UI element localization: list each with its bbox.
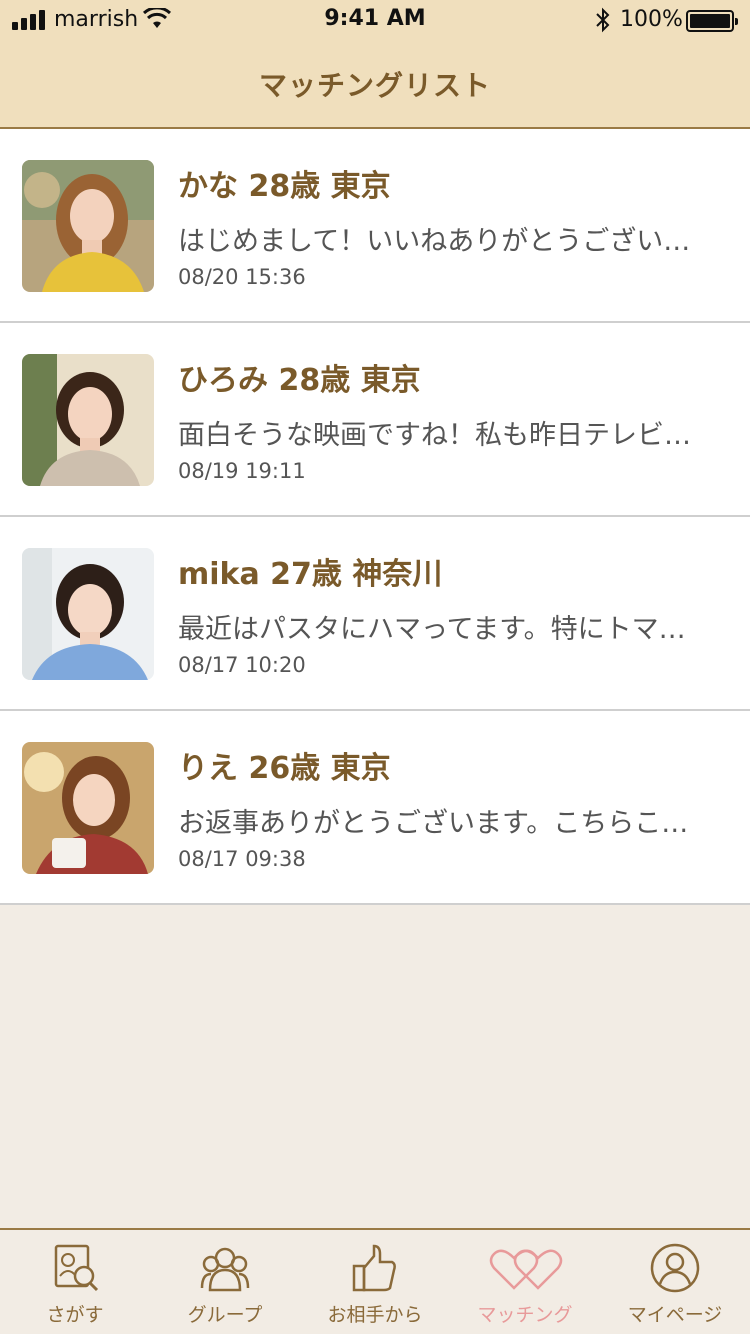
tab-search[interactable]: さがす xyxy=(0,1230,150,1334)
match-list: かな 28歳 東京 はじめまして！いいねありがとうござい… 08/20 15:3… xyxy=(0,129,750,905)
avatar xyxy=(22,548,154,680)
match-name: りえ 26歳 東京 xyxy=(178,751,391,786)
match-name: mika 27歳 神奈川 xyxy=(178,557,443,592)
tab-from-partner[interactable]: お相手から xyxy=(300,1230,450,1334)
match-last-message: 最近はパスタにハマってます。特にトマ… xyxy=(178,614,686,645)
avatar xyxy=(22,354,154,486)
match-timestamp: 08/19 19:11 xyxy=(178,459,306,483)
avatar xyxy=(22,742,154,874)
hearts-icon xyxy=(488,1242,564,1294)
tab-bar: さがす グループ お相手から マッチング マイページ xyxy=(0,1228,750,1334)
tab-mypage[interactable]: マイページ xyxy=(600,1230,750,1334)
group-icon xyxy=(200,1242,250,1294)
tab-label: マッチング xyxy=(477,1304,573,1326)
match-row-hiromi[interactable]: ひろみ 28歳 東京 面白そうな映画ですね！私も昨日テレビ… 08/19 19:… xyxy=(0,323,750,517)
thumbs-up-icon xyxy=(350,1242,400,1294)
bluetooth-icon xyxy=(594,7,612,39)
match-last-message: はじめまして！いいねありがとうござい… xyxy=(178,226,691,257)
tab-group[interactable]: グループ xyxy=(150,1230,300,1334)
tab-label: さがす xyxy=(46,1304,104,1326)
battery-percent: 100% xyxy=(620,7,683,32)
match-timestamp: 08/17 10:20 xyxy=(178,653,306,677)
match-row-mika[interactable]: mika 27歳 神奈川 最近はパスタにハマってます。特にトマ… 08/17 1… xyxy=(0,517,750,711)
match-timestamp: 08/17 09:38 xyxy=(178,847,306,871)
battery-icon xyxy=(686,10,738,32)
tab-label: マイページ xyxy=(627,1304,723,1326)
match-name: ひろみ 28歳 東京 xyxy=(178,363,421,398)
match-last-message: 面白そうな映画ですね！私も昨日テレビ… xyxy=(178,420,691,451)
page-title: マッチングリスト xyxy=(258,69,491,102)
match-row-kana[interactable]: かな 28歳 東京 はじめまして！いいねありがとうござい… 08/20 15:3… xyxy=(0,129,750,323)
avatar xyxy=(22,160,154,292)
match-timestamp: 08/20 15:36 xyxy=(178,265,306,289)
match-row-rie[interactable]: りえ 26歳 東京 お返事ありがとうございます。こちらこ… 08/17 09:3… xyxy=(0,711,750,905)
search-profile-icon xyxy=(50,1242,100,1294)
tab-label: グループ xyxy=(187,1304,263,1326)
app-header: marrish 9:41 AM 100% マッチングリスト xyxy=(0,0,750,129)
tab-matching[interactable]: マッチング xyxy=(450,1230,600,1334)
match-last-message: お返事ありがとうございます。こちらこ… xyxy=(178,808,689,839)
match-name: かな 28歳 東京 xyxy=(178,169,391,204)
tab-label: お相手から xyxy=(327,1304,423,1326)
status-bar: marrish 9:41 AM 100% xyxy=(0,0,750,40)
user-icon xyxy=(650,1242,700,1294)
